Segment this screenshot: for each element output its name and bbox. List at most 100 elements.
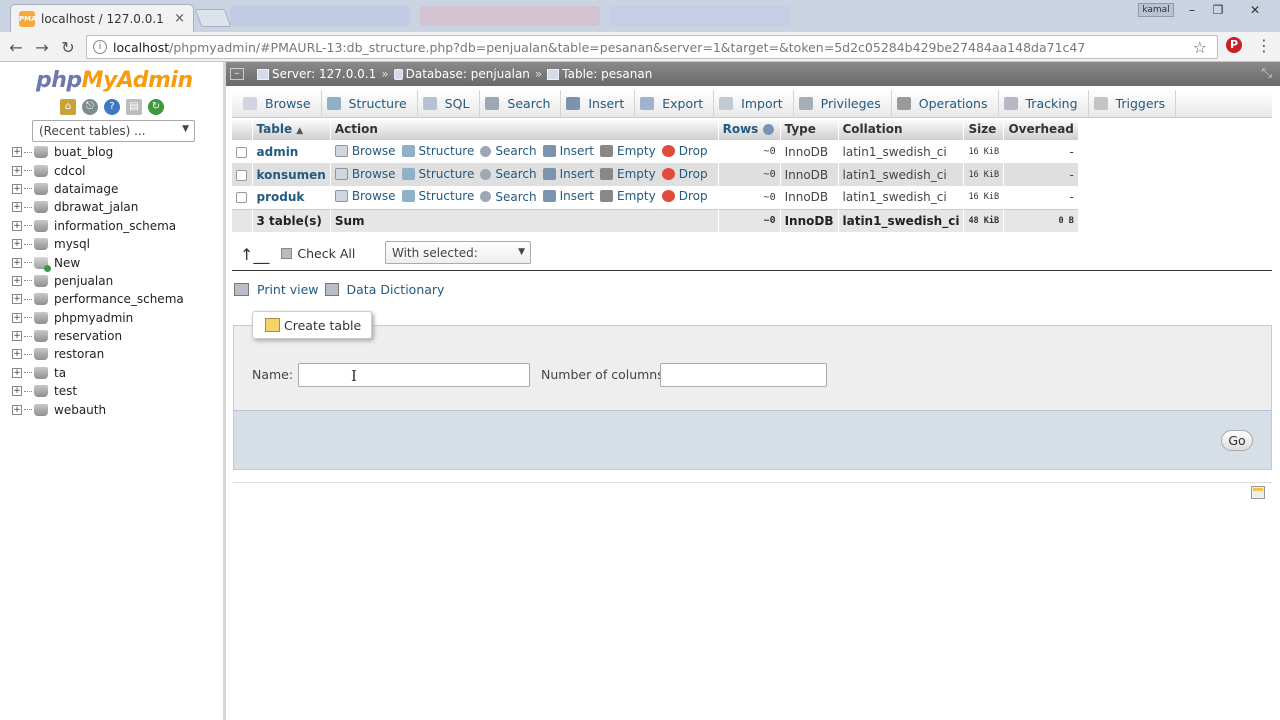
back-icon[interactable]: ←: [6, 38, 26, 57]
print-view-link[interactable]: Print view: [234, 282, 319, 297]
expand-icon[interactable]: +: [12, 257, 22, 268]
help-icon[interactable]: ?: [104, 99, 120, 115]
documentation-icon[interactable]: ▤: [126, 99, 142, 115]
db-tree-item[interactable]: + penjualan: [12, 272, 184, 290]
db-tree-item[interactable]: + reservation: [12, 327, 184, 345]
empty-action[interactable]: Empty: [600, 189, 656, 203]
recent-tables-select[interactable]: (Recent tables) ... ▼: [32, 120, 195, 142]
console-icon[interactable]: [1251, 486, 1265, 499]
refresh-icon[interactable]: ↻: [148, 99, 164, 115]
structure-action[interactable]: Structure: [401, 189, 474, 203]
collapse-nav-icon[interactable]: –: [230, 68, 244, 80]
num-columns-input[interactable]: [660, 363, 827, 387]
check-all-icon[interactable]: [281, 247, 293, 259]
minimize-icon[interactable]: –: [1180, 2, 1204, 18]
expand-icon[interactable]: +: [12, 202, 22, 213]
table-name-link[interactable]: admin: [252, 140, 331, 163]
forward-icon[interactable]: →: [32, 38, 52, 57]
search-action[interactable]: Search: [480, 167, 537, 181]
db-tree-item[interactable]: + restoran: [12, 345, 184, 363]
new-tab-button[interactable]: [194, 9, 232, 27]
help-icon[interactable]: [762, 124, 774, 135]
table-name-link[interactable]: konsumen: [252, 163, 331, 186]
insert-action[interactable]: Insert: [542, 167, 594, 181]
maximize-icon[interactable]: ❐: [1206, 2, 1230, 18]
row-checkbox[interactable]: [236, 146, 248, 158]
tab-browse[interactable]: Browse: [238, 89, 322, 118]
column-header-table[interactable]: Table ▲: [252, 118, 331, 140]
db-tree-item[interactable]: + dbrawat_jalan: [12, 198, 184, 216]
window-close-icon[interactable]: ✕: [1240, 2, 1270, 18]
expand-icon[interactable]: +: [12, 294, 22, 305]
search-action[interactable]: Search: [480, 190, 537, 204]
expand-icon[interactable]: +: [12, 220, 22, 231]
address-bar[interactable]: i localhost/phpmyadmin/#PMAURL-13:db_str…: [86, 35, 1218, 59]
table-name-input[interactable]: [298, 363, 530, 387]
browse-action[interactable]: Browse: [334, 189, 396, 203]
db-tree-item[interactable]: + cdcol: [12, 161, 184, 179]
tab-tracking[interactable]: Tracking: [999, 89, 1089, 118]
phpmyadmin-logo[interactable]: phpMyAdmin: [36, 68, 193, 93]
maximize-icon[interactable]: ⤡: [1262, 66, 1272, 81]
db-tree-item[interactable]: + performance_schema: [12, 290, 184, 308]
tab-import[interactable]: Import: [714, 89, 794, 118]
db-tree-item[interactable]: + buat_blog: [12, 143, 184, 161]
breadcrumb-table[interactable]: Table: pesanan: [547, 67, 652, 81]
db-tree-item[interactable]: + New: [12, 253, 184, 272]
tab-privileges[interactable]: Privileges: [794, 89, 892, 118]
expand-icon[interactable]: +: [12, 165, 22, 176]
db-tree-item[interactable]: + dataimage: [12, 180, 184, 198]
db-tree-item[interactable]: + ta: [12, 364, 184, 382]
insert-action[interactable]: Insert: [542, 189, 594, 203]
data-dictionary-link[interactable]: Data Dictionary: [324, 282, 444, 297]
expand-icon[interactable]: +: [12, 349, 22, 360]
table-name-link[interactable]: produk: [252, 186, 331, 209]
tab-operations[interactable]: Operations: [892, 89, 999, 118]
db-tree-item[interactable]: + webauth: [12, 400, 184, 418]
db-tree-item[interactable]: + information_schema: [12, 217, 184, 235]
drop-action[interactable]: Drop: [661, 144, 708, 158]
close-tab-icon[interactable]: ×: [174, 11, 185, 26]
tab-search[interactable]: Search: [480, 89, 562, 118]
structure-action[interactable]: Structure: [401, 167, 474, 181]
tab-sql[interactable]: SQL: [418, 89, 481, 118]
empty-action[interactable]: Empty: [600, 167, 656, 181]
insert-action[interactable]: Insert: [542, 144, 594, 158]
search-action[interactable]: Search: [480, 144, 537, 158]
pinterest-extension-icon[interactable]: P: [1226, 37, 1242, 53]
background-tab[interactable]: [420, 6, 600, 26]
expand-icon[interactable]: +: [12, 367, 22, 378]
logout-icon[interactable]: ⎋: [82, 99, 98, 115]
reload-icon[interactable]: ↻: [58, 38, 78, 57]
structure-action[interactable]: Structure: [401, 144, 474, 158]
browser-menu-icon[interactable]: ⋮: [1256, 36, 1272, 55]
drop-action[interactable]: Drop: [661, 189, 708, 203]
with-selected-select[interactable]: With selected: ▼: [385, 241, 531, 264]
row-checkbox[interactable]: [236, 169, 248, 181]
tab-triggers[interactable]: Triggers: [1089, 89, 1177, 118]
breadcrumb-server[interactable]: Server: 127.0.0.1: [257, 67, 376, 81]
expand-icon[interactable]: +: [12, 239, 22, 250]
expand-icon[interactable]: +: [12, 275, 22, 286]
tab-export[interactable]: Export: [635, 89, 715, 118]
db-tree-item[interactable]: + phpmyadmin: [12, 309, 184, 327]
browser-tab-active[interactable]: PMA localhost / 127.0.0.1 / pe ×: [10, 4, 194, 32]
check-all-link[interactable]: Check All: [297, 246, 355, 261]
db-tree-item[interactable]: + mysql: [12, 235, 184, 253]
expand-icon[interactable]: +: [12, 183, 22, 194]
breadcrumb-database[interactable]: Database: penjualan: [393, 67, 530, 81]
expand-icon[interactable]: +: [12, 312, 22, 323]
expand-icon[interactable]: +: [12, 331, 22, 342]
bookmark-star-icon[interactable]: ☆: [1193, 38, 1207, 57]
expand-icon[interactable]: +: [12, 147, 22, 158]
row-checkbox[interactable]: [236, 192, 248, 204]
profile-badge[interactable]: kamal: [1138, 3, 1174, 17]
expand-icon[interactable]: +: [12, 404, 22, 415]
browse-action[interactable]: Browse: [334, 144, 396, 158]
site-info-icon[interactable]: i: [93, 40, 107, 54]
home-icon[interactable]: ⌂: [60, 99, 76, 115]
drop-action[interactable]: Drop: [661, 167, 708, 181]
background-tab[interactable]: [610, 6, 790, 26]
tab-structure[interactable]: Structure: [322, 89, 418, 118]
background-tab[interactable]: [230, 6, 410, 26]
